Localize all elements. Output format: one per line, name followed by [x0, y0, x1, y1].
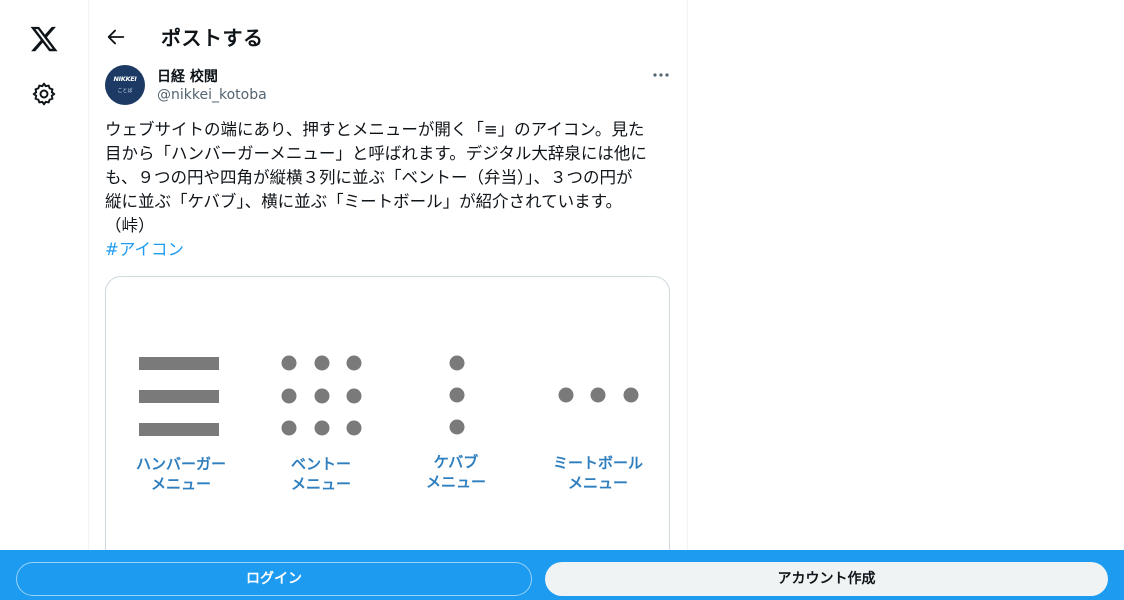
gear-icon[interactable] — [31, 81, 57, 107]
hashtag-link[interactable]: #アイコン — [105, 238, 670, 262]
kebab-label-line2: メニュー — [426, 473, 486, 491]
hamburger-label-line2: メニュー — [151, 475, 211, 493]
post-image-card[interactable]: ハンバーガー メニュー ベントー メニュー ケバブ メニュー ミートボール メニ… — [105, 276, 670, 578]
bento-label-line1: ベントー — [291, 455, 351, 473]
kebab-menu-icon — [449, 355, 465, 435]
menu-icons-illustration: ハンバーガー メニュー ベントー メニュー ケバブ メニュー ミートボール メニ… — [136, 355, 643, 493]
avatar[interactable]: NIKKEI ことば — [105, 65, 145, 105]
meatball-label-line2: メニュー — [568, 474, 628, 492]
bottom-bar: ログイン アカウント作成 — [0, 550, 1124, 600]
page-header: ポストする — [88, 0, 687, 72]
post-text: ウェブサイトの端にあり、押すとメニューが開く「≡」のアイコン。見た 目から「ハン… — [105, 118, 670, 262]
kebab-label-line1: ケバブ — [434, 453, 478, 471]
x-logo-icon[interactable] — [29, 24, 59, 54]
login-button[interactable]: ログイン — [16, 562, 532, 596]
bento-menu-icon — [281, 355, 362, 436]
author-name[interactable]: 日経 校閲 — [157, 66, 218, 86]
avatar-logo-subtext: ことば — [117, 88, 133, 94]
meatball-label-line1: ミートボール — [553, 454, 643, 472]
post-text-line: ウェブサイトの端にあり、押すとメニューが開く「≡」のアイコン。見た — [105, 120, 645, 139]
avatar-logo-text: NIKKEI — [113, 75, 137, 83]
author-handle[interactable]: @nikkei_kotoba — [157, 87, 267, 103]
hamburger-menu-icon — [139, 357, 219, 436]
post-text-line: （峠） — [105, 216, 155, 235]
post-text-line: 縦に並ぶ「ケバブ」、横に並ぶ「ミートボール」が紹介されています。 — [105, 192, 622, 211]
page-title: ポストする — [161, 26, 264, 50]
more-icon[interactable] — [651, 66, 671, 84]
hamburger-label-line1: ハンバーガー — [136, 455, 226, 473]
post-text-line: 目から「ハンバーガーメニュー」と呼ばれます。デジタル大辞泉には他に — [105, 144, 647, 163]
post-text-line: も、９つの円や四角が縦横３列に並ぶ「ベントー（弁当）」、３つの円が — [105, 168, 633, 187]
bento-label-line2: メニュー — [291, 475, 351, 493]
main-column: ポストする NIKKEI ことば 日経 校閲 @nikkei_kotoba ウェ… — [88, 0, 688, 600]
back-arrow-icon[interactable] — [105, 26, 127, 48]
left-nav — [0, 0, 89, 600]
meatball-menu-icon — [558, 387, 639, 403]
create-account-button[interactable]: アカウント作成 — [545, 562, 1108, 596]
